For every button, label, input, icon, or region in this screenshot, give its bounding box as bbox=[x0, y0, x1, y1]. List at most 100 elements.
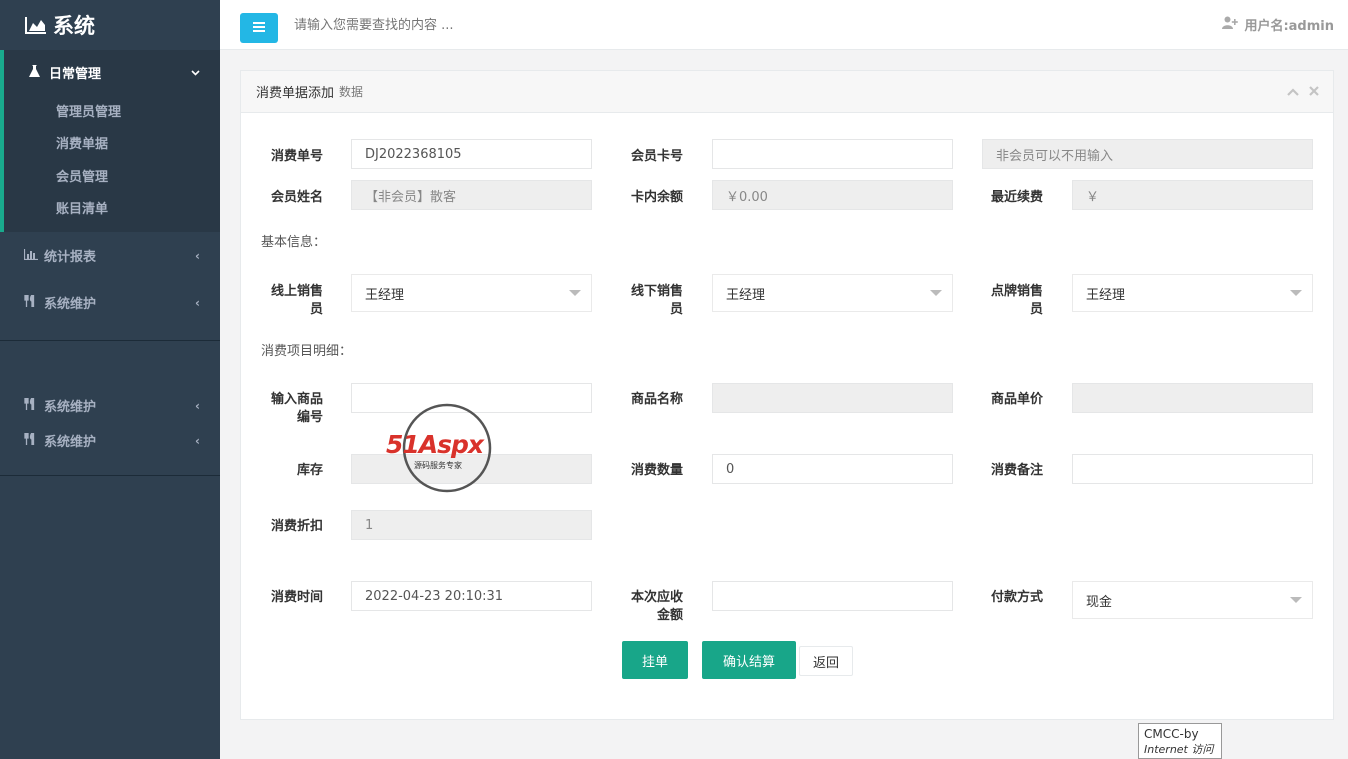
recent-field: ￥ bbox=[1072, 180, 1313, 210]
nav-head-daily[interactable]: 日常管理 bbox=[4, 50, 220, 94]
online-sales-select[interactable]: 王经理 bbox=[351, 274, 592, 312]
topbar: 用户名:admin bbox=[220, 0, 1348, 50]
back-button[interactable]: 返回 bbox=[799, 646, 853, 676]
bars-icon bbox=[253, 20, 265, 36]
chevron-left-icon: ‹ bbox=[195, 295, 200, 310]
receivable-input[interactable] bbox=[712, 581, 953, 611]
remark-input[interactable] bbox=[1072, 454, 1313, 484]
receivable-label-line2: 金额 bbox=[656, 608, 683, 623]
divider bbox=[0, 475, 220, 476]
qty-label: 消费数量 bbox=[630, 463, 683, 478]
divider bbox=[0, 340, 220, 341]
receivable-label: 本次应收金额 bbox=[601, 589, 683, 625]
offline-sales-label: 线下销售员 bbox=[601, 283, 683, 319]
network-tooltip: CMCC-by Internet 访问 bbox=[1138, 723, 1222, 759]
cutlery-icon bbox=[24, 432, 38, 448]
watermark-text: 51Aspx bbox=[386, 430, 484, 459]
tag-sales-label-line1: 点牌销售 bbox=[990, 284, 1043, 299]
chevron-left-icon: ‹ bbox=[195, 248, 200, 263]
offline-sales-value: 王经理 bbox=[726, 287, 766, 303]
caret-down-icon bbox=[930, 290, 942, 296]
card-no-field[interactable] bbox=[712, 139, 953, 169]
panel-title: 消费单据添加 bbox=[256, 86, 335, 101]
online-sales-value: 王经理 bbox=[365, 287, 405, 303]
balance-label: 卡内余额 bbox=[630, 190, 683, 205]
balance-field: ￥0.00 bbox=[712, 180, 953, 210]
hold-button[interactable]: 挂单 bbox=[622, 641, 688, 679]
area-chart-icon bbox=[25, 16, 47, 34]
qty-input[interactable]: 0 bbox=[712, 454, 953, 484]
items-detail-heading: 消费项目明细： bbox=[261, 344, 353, 359]
tag-sales-value: 王经理 bbox=[1086, 287, 1126, 303]
caret-down-icon bbox=[569, 290, 581, 296]
product-code-label: 输入商品编号 bbox=[241, 391, 323, 427]
user-menu[interactable]: 用户名:admin bbox=[1222, 15, 1334, 34]
order-no-label: 消费单号 bbox=[270, 149, 323, 164]
tooltip-line1: CMCC-by bbox=[1144, 727, 1199, 741]
panel-subtitle: 数据 bbox=[339, 85, 364, 99]
online-sales-label-line2: 员 bbox=[309, 302, 323, 317]
payment-select[interactable]: 现金 bbox=[1072, 581, 1313, 619]
nav-item-maintain[interactable]: 系统维护 ‹ bbox=[0, 279, 220, 326]
brand-title: 系统 bbox=[53, 14, 95, 38]
caret-down-icon bbox=[1290, 290, 1302, 296]
product-code-label-line2: 编号 bbox=[296, 410, 323, 425]
flask-icon bbox=[27, 64, 41, 80]
brand[interactable]: 系统 bbox=[0, 0, 220, 50]
card-no-label: 会员卡号 bbox=[630, 149, 683, 164]
unit-price-field bbox=[1072, 383, 1313, 413]
panel-tools bbox=[1287, 84, 1319, 100]
unit-price-label: 商品单价 bbox=[990, 392, 1043, 407]
order-no-field[interactable]: DJ2022368105 bbox=[351, 139, 592, 169]
discount-label: 消费折扣 bbox=[270, 519, 323, 534]
sidebar-item-orders[interactable]: 消费单据 bbox=[4, 127, 220, 160]
time-label: 消费时间 bbox=[270, 590, 323, 605]
confirm-button[interactable]: 确认结算 bbox=[702, 641, 796, 679]
stock-label: 库存 bbox=[296, 463, 323, 478]
nav-item-label: 系统维护 bbox=[44, 435, 97, 450]
username: 用户名:admin bbox=[1244, 19, 1334, 34]
search-input[interactable] bbox=[294, 14, 694, 36]
nav-item-label: 系统维护 bbox=[44, 297, 97, 312]
tag-sales-label: 点牌销售员 bbox=[961, 283, 1043, 319]
online-sales-label-line1: 线上销售 bbox=[270, 284, 323, 299]
member-name-label: 会员姓名 bbox=[270, 190, 323, 205]
product-code-label-line1: 输入商品 bbox=[270, 392, 323, 407]
nav-item-maintain-3[interactable]: 系统维护 ‹ bbox=[0, 423, 220, 458]
sidebar: 系统 日常管理 管理员管理 消费单据 会员管理 账目清单 统计报表 ‹ 系统维护… bbox=[0, 0, 220, 759]
cutlery-icon bbox=[24, 397, 38, 413]
tag-sales-label-line2: 员 bbox=[1029, 302, 1043, 317]
watermark-logo: 51Aspx 源码服务专家 bbox=[386, 402, 512, 494]
offline-sales-select[interactable]: 王经理 bbox=[712, 274, 953, 312]
nav-item-label: 统计报表 bbox=[44, 250, 97, 265]
user-plus-icon bbox=[1222, 16, 1239, 33]
product-name-field bbox=[712, 383, 953, 413]
sidebar-item-admin[interactable]: 管理员管理 bbox=[4, 94, 220, 127]
close-icon[interactable] bbox=[1309, 84, 1319, 100]
payment-label: 付款方式 bbox=[990, 590, 1043, 605]
basic-info-heading: 基本信息： bbox=[261, 235, 327, 250]
nav-item-reports[interactable]: 统计报表 ‹ bbox=[0, 232, 220, 279]
member-name-field: 【非会员】散客 bbox=[351, 180, 592, 210]
collapse-icon[interactable] bbox=[1287, 84, 1299, 100]
offline-sales-label-line2: 员 bbox=[669, 302, 683, 317]
nav-item-label: 系统维护 bbox=[44, 400, 97, 415]
receivable-label-line1: 本次应收 bbox=[630, 590, 683, 605]
cutlery-icon bbox=[24, 294, 38, 310]
discount-field: 1 bbox=[351, 510, 592, 540]
caret-down-icon bbox=[1290, 597, 1302, 603]
nav-item-maintain-2[interactable]: 系统维护 ‹ bbox=[0, 388, 220, 423]
card-hint-field: 非会员可以不用输入 bbox=[982, 139, 1313, 169]
product-name-label: 商品名称 bbox=[630, 392, 683, 407]
nav-head-label: 日常管理 bbox=[49, 66, 102, 82]
recent-label: 最近续费 bbox=[990, 190, 1043, 205]
menu-toggle-button[interactable] bbox=[240, 13, 278, 43]
chevron-left-icon: ‹ bbox=[195, 433, 200, 448]
sidebar-item-members[interactable]: 会员管理 bbox=[4, 159, 220, 192]
chevron-left-icon: ‹ bbox=[195, 398, 200, 413]
tag-sales-select[interactable]: 王经理 bbox=[1072, 274, 1313, 312]
form-panel: 消费单据添加 数据 消费单号 DJ2022368105 会员卡号 非会员可以不用… bbox=[240, 70, 1334, 720]
nav-group-daily: 日常管理 管理员管理 消费单据 会员管理 账目清单 bbox=[0, 50, 220, 232]
time-input[interactable]: 2022-04-23 20:10:31 bbox=[351, 581, 592, 611]
sidebar-item-accounts[interactable]: 账目清单 bbox=[4, 192, 220, 225]
